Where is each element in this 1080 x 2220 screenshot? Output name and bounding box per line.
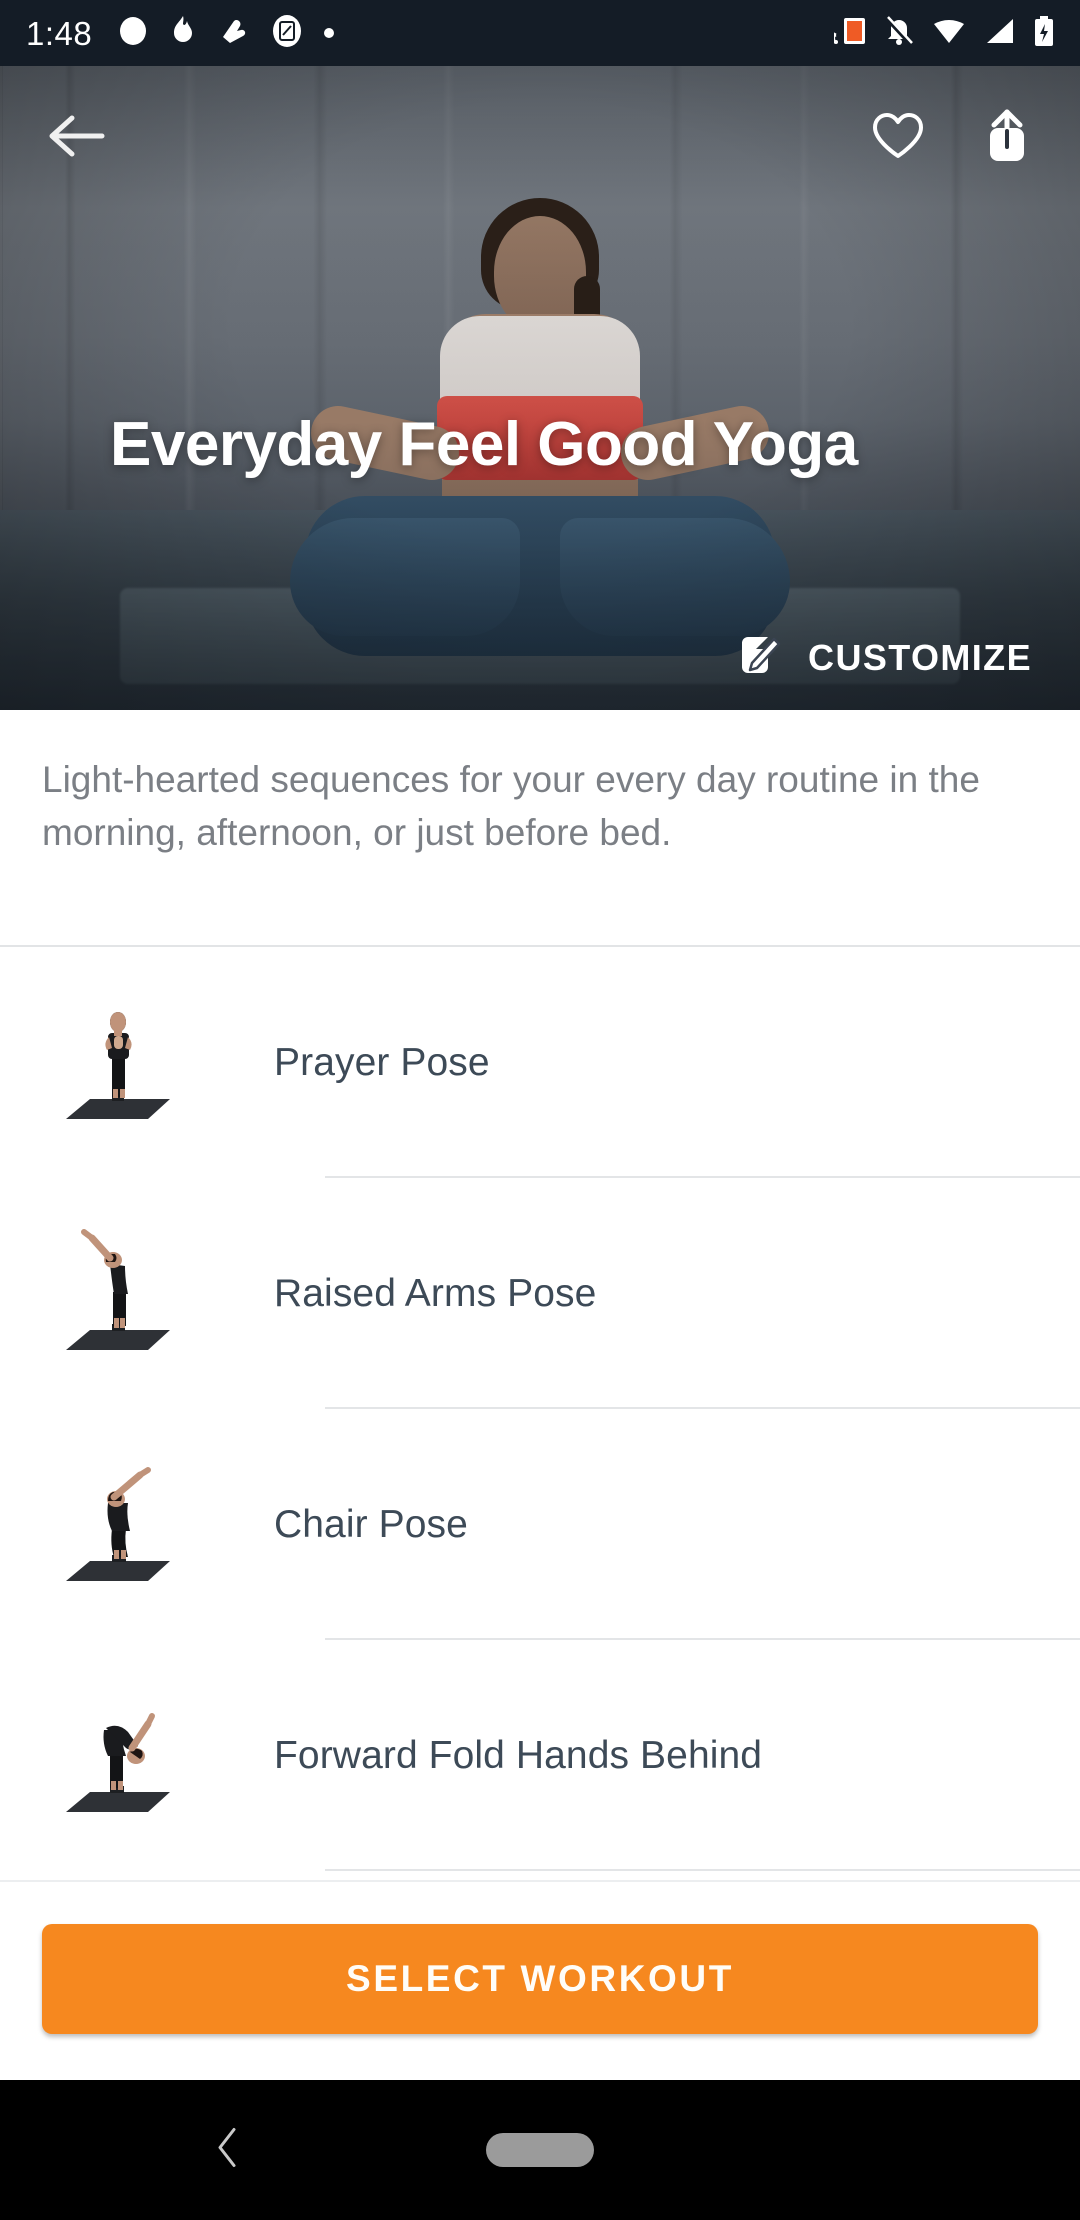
pose-list-item[interactable]: Forward Fold Hands Behind xyxy=(0,1640,1080,1871)
back-button[interactable] xyxy=(48,113,106,159)
app-square-icon xyxy=(272,14,302,52)
status-bar: 1:48 xyxy=(0,0,1080,66)
description-text: Light-hearted sequences for your every d… xyxy=(42,759,980,853)
nav-back-button[interactable] xyxy=(214,2126,240,2175)
nav-back-chevron-icon xyxy=(218,2128,236,2167)
pose-list: Prayer Pose Raised Arms Pose Chair Pose … xyxy=(0,947,1080,1880)
page-title: Everyday Feel Good Yoga xyxy=(110,410,858,479)
hero-action-group xyxy=(872,109,1032,163)
dot-icon xyxy=(324,28,335,38)
bottom-action-bar: SELECT WORKOUT xyxy=(0,1880,1080,2080)
circle-indicator-icon xyxy=(118,16,148,51)
system-navigation-bar xyxy=(0,2080,1080,2220)
pose-name: Chair Pose xyxy=(274,1502,468,1546)
pose-prayer-thumbnail xyxy=(44,989,192,1137)
pose-name: Forward Fold Hands Behind xyxy=(274,1733,763,1777)
pose-raised-arms-thumbnail xyxy=(44,1220,192,1368)
description-section: Light-hearted sequences for your every d… xyxy=(0,710,1080,859)
wifi-icon xyxy=(932,17,966,50)
cast-screen-icon xyxy=(832,17,866,50)
app-screen: 1:48 Everyday Feel Good Yoga CUSTOMIZE L… xyxy=(0,0,1080,2220)
status-bar-system-icons xyxy=(832,15,1054,51)
hero-toolbar xyxy=(0,66,1080,206)
hero-banner: Everyday Feel Good Yoga CUSTOMIZE xyxy=(0,66,1080,710)
pose-list-item[interactable]: Prayer Pose xyxy=(0,947,1080,1178)
select-workout-button[interactable]: SELECT WORKOUT xyxy=(42,1924,1038,2034)
select-workout-label: SELECT WORKOUT xyxy=(346,1958,734,1999)
customize-button[interactable]: CUSTOMIZE xyxy=(738,633,1032,682)
nav-home-pill-icon[interactable] xyxy=(486,2133,594,2167)
pose-divider xyxy=(325,1869,1080,1871)
flame-icon xyxy=(170,15,196,52)
edit-pencil-icon xyxy=(738,633,782,682)
heart-outline-icon xyxy=(873,113,923,158)
pose-list-item[interactable]: Chair Pose xyxy=(0,1409,1080,1640)
pose-chair-thumbnail xyxy=(44,1451,192,1599)
share-upload-icon xyxy=(990,109,1024,161)
arrow-left-icon xyxy=(49,115,105,157)
pose-name: Prayer Pose xyxy=(274,1040,490,1084)
ribbon-icon xyxy=(218,15,250,52)
pose-list-item[interactable]: Raised Arms Pose xyxy=(0,1178,1080,1409)
status-bar-clock: 1:48 xyxy=(26,14,93,52)
share-button[interactable] xyxy=(982,109,1032,163)
pose-name: Raised Arms Pose xyxy=(274,1271,597,1315)
status-bar-notification-icons xyxy=(118,14,335,52)
favorite-button[interactable] xyxy=(872,112,924,160)
customize-label: CUSTOMIZE xyxy=(808,636,1032,678)
cellular-signal-icon xyxy=(985,17,1015,50)
pose-forward-fold-hands-behind-thumbnail xyxy=(44,1682,192,1830)
notifications-off-icon xyxy=(885,15,913,51)
battery-charging-icon xyxy=(1034,15,1054,51)
